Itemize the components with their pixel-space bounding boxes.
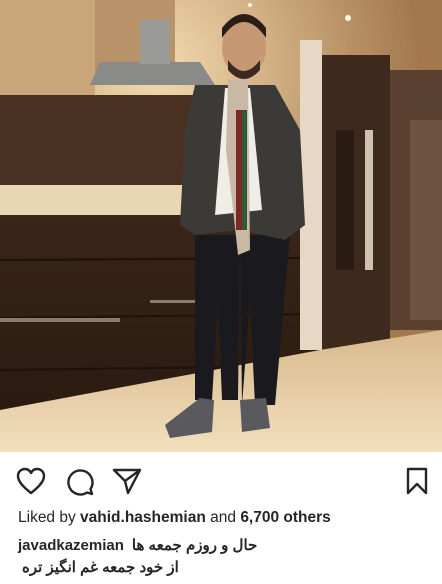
share-button[interactable]	[110, 464, 144, 498]
paper-plane-icon	[112, 468, 142, 495]
post-photo[interactable]	[0, 0, 442, 452]
heart-outline-icon	[16, 467, 46, 495]
likes-prefix: Liked by	[18, 509, 76, 526]
like-button[interactable]	[14, 464, 48, 498]
post-actions-bar	[0, 452, 442, 508]
likes-middle: and	[210, 509, 236, 526]
caption-text-line-2: از خود جمعه غم انگیز تره	[22, 559, 179, 576]
post-caption: javadkazemian حال و روزم جمعه ها از خود ج…	[18, 535, 430, 579]
likes-count-link[interactable]: 6,700 others	[240, 509, 330, 526]
caption-line-1: javadkazemian حال و روزم جمعه ها	[18, 535, 430, 557]
bookmark-outline-icon	[406, 467, 428, 495]
instagram-post: Liked by vahid.hashemian and 6,700 other…	[0, 0, 442, 584]
caption-username-link[interactable]: javadkazemian	[18, 537, 124, 554]
comment-button[interactable]	[62, 464, 96, 498]
caption-text-line-1: حال و روزم جمعه ها	[131, 537, 258, 554]
save-button[interactable]	[400, 464, 434, 498]
comment-bubble-icon	[67, 469, 94, 496]
likes-summary: Liked by vahid.hashemian and 6,700 other…	[18, 509, 331, 527]
liked-by-user-link[interactable]: vahid.hashemian	[80, 509, 206, 526]
post-photo-illustration	[0, 0, 442, 452]
